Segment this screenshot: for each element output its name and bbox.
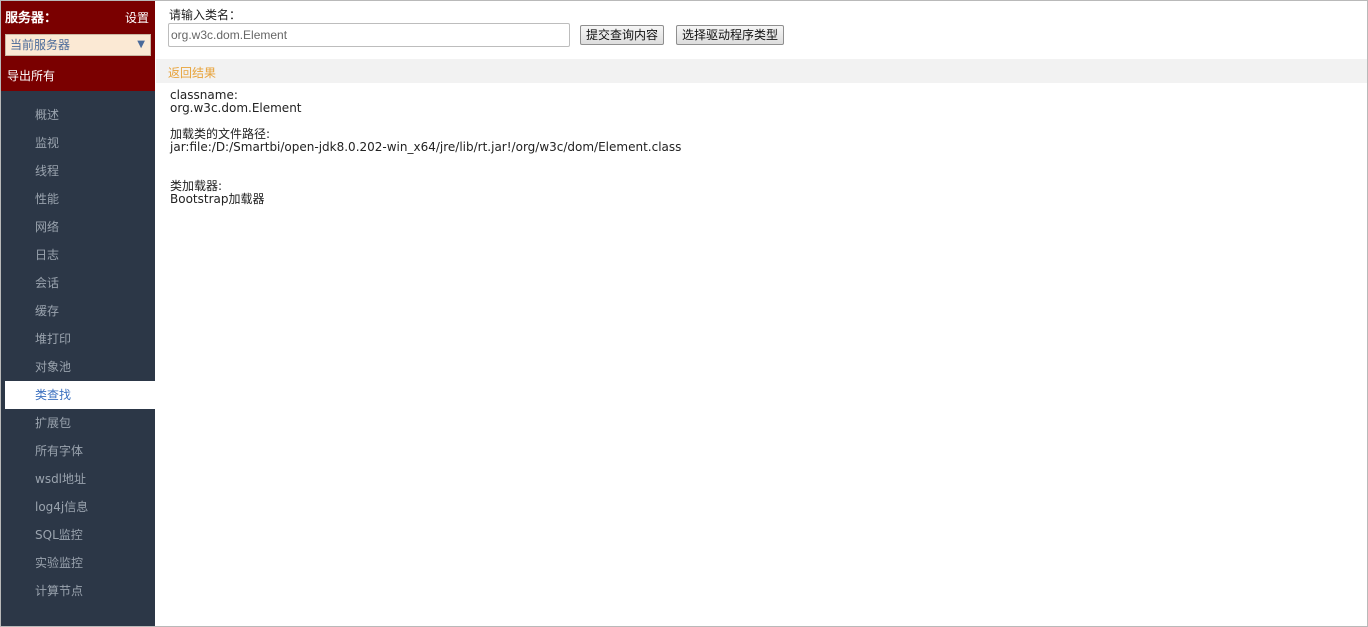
sidebar-item[interactable]: wsdl地址 [5,465,155,493]
class-loader-value: Bootstrap加载器 [170,192,265,206]
classname-value: org.w3c.dom.Element [170,101,302,115]
sidebar-item[interactable]: 缓存 [5,297,155,325]
result-header: 返回结果 [156,59,1367,83]
sidebar-item[interactable]: 性能 [5,185,155,213]
sidebar-item[interactable]: 类查找 [5,381,155,409]
file-path-block: 加载类的文件路径: jar:file:/D:/Smartbi/open-jdk8… [170,128,681,154]
select-driver-button[interactable]: 选择驱动程序类型 [676,25,784,45]
sidebar-item[interactable]: SQL监控 [5,521,155,549]
sidebar-item[interactable]: 线程 [5,157,155,185]
chevron-down-icon: ▼ [137,39,145,50]
sidebar-header: 服务器： 设置 当前服务器 ▼ 导出所有 [1,1,155,91]
classname-block: classname: org.w3c.dom.Element [170,89,302,115]
sidebar-item[interactable]: 网络 [5,213,155,241]
class-name-input[interactable] [168,23,570,47]
class-loader-block: 类加载器: Bootstrap加载器 [170,180,264,206]
sidebar-item[interactable]: 扩展包 [5,409,155,437]
result-title: 返回结果 [168,66,217,80]
file-path-value: jar:file:/D:/Smartbi/open-jdk8.0.202-win… [170,140,682,154]
sidebar-nav: 概述 监视 线程 性能 网络 日志 会话 缓存 堆打印 对象池 类查找 扩展包 所有字体 wsdl地址 lo… [5,101,155,605]
server-select[interactable]: 当前服务器 ▼ [5,34,151,56]
settings-link[interactable]: 设置 [125,9,149,26]
sidebar-item[interactable]: 概述 [5,101,155,129]
sidebar-item[interactable]: 堆打印 [5,325,155,353]
sidebar-item[interactable]: 会话 [5,269,155,297]
sidebar-item[interactable]: 监视 [5,129,155,157]
sidebar-item[interactable]: 对象池 [5,353,155,381]
sidebar-item[interactable]: 所有字体 [5,437,155,465]
sidebar-item[interactable]: 实验监控 [5,549,155,577]
main-content: 请输入类名： 提交查询内容 选择驱动程序类型 返回结果 classname: o… [156,1,1367,626]
sidebar-item[interactable]: 计算节点 [5,577,155,605]
server-select-value: 当前服务器 [10,38,71,52]
export-all-link[interactable]: 导出所有 [7,67,55,84]
server-title: 服务器： [5,11,58,26]
sidebar-item[interactable]: 日志 [5,241,155,269]
submit-query-button[interactable]: 提交查询内容 [580,25,664,45]
sidebar: 服务器： 设置 当前服务器 ▼ 导出所有 概述 监视 线程 性能 网络 日志 会话 缓存 堆打印… [1,1,155,626]
app-window: 服务器： 设置 当前服务器 ▼ 导出所有 概述 监视 线程 性能 网络 日志 会话 缓存 堆打印… [0,0,1368,627]
class-name-label: 请输入类名： [169,8,242,22]
sidebar-item[interactable]: log4j信息 [5,493,155,521]
